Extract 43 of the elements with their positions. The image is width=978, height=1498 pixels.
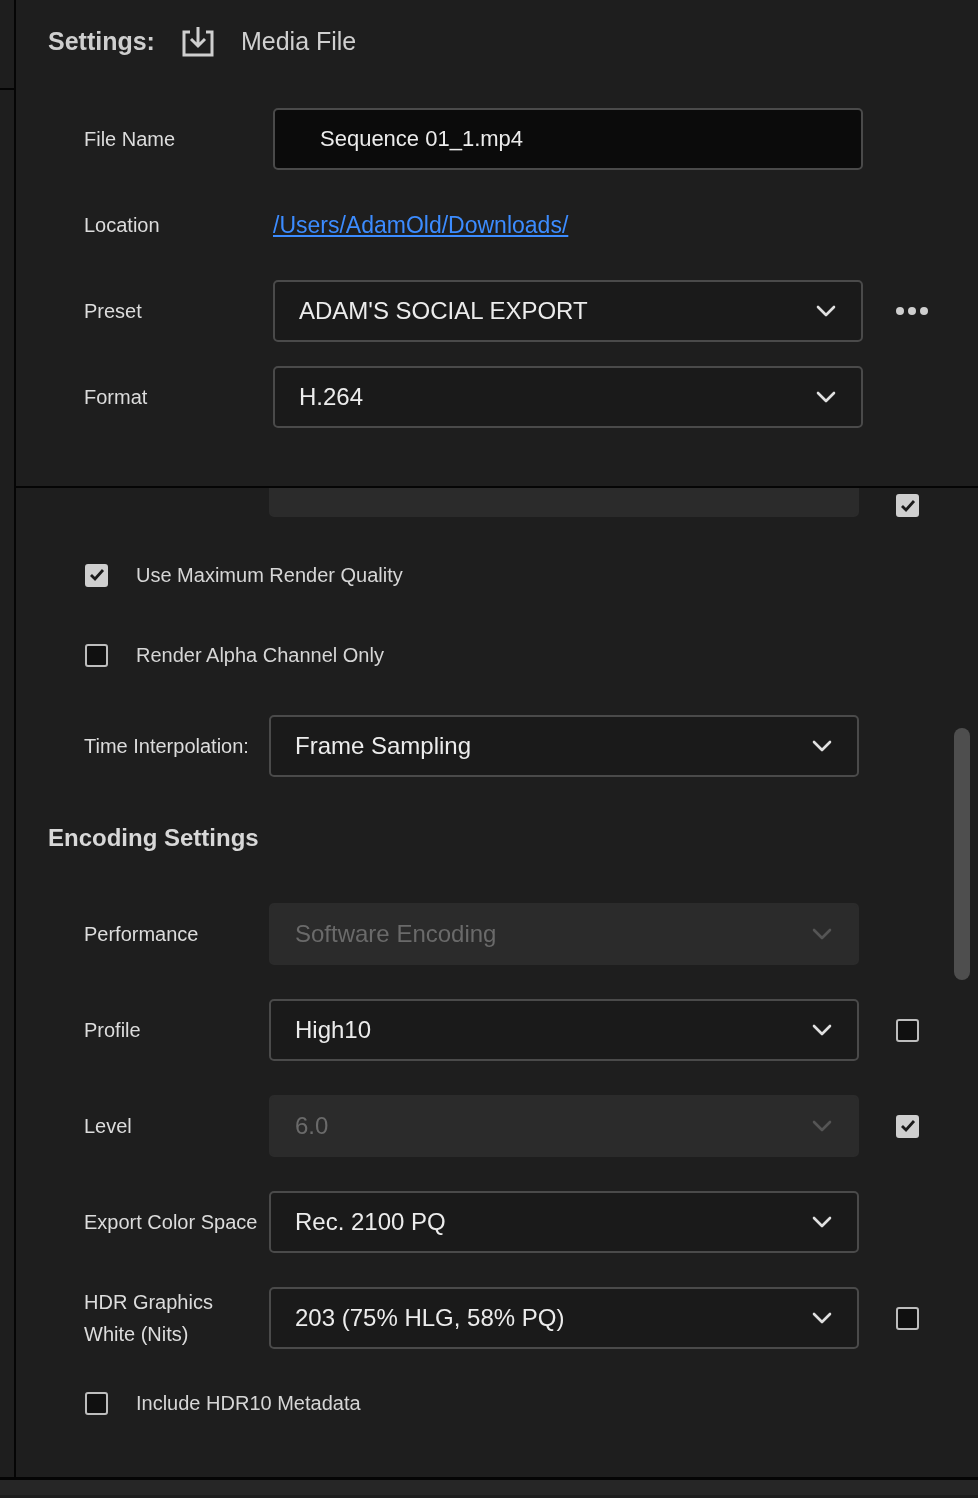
chevron-icon xyxy=(811,1119,833,1133)
checkbox[interactable] xyxy=(896,1306,919,1330)
chevron-icon xyxy=(815,304,837,318)
dropdown[interactable]: High10 xyxy=(269,999,859,1061)
field-label: Performance xyxy=(84,922,200,947)
checkbox[interactable] xyxy=(85,563,108,587)
checkbox-label: Use Maximum Render Quality xyxy=(136,563,403,588)
destination-label: Media File xyxy=(240,26,357,58)
field-label: HDR Graphics White (Nits) xyxy=(84,1290,214,1347)
dropdown[interactable]: ADAM'S SOCIAL EXPORT xyxy=(273,280,863,342)
field-label: Level xyxy=(84,1114,133,1139)
dropdown[interactable]: Rec. 2100 PQ xyxy=(269,1191,859,1253)
file-name-field[interactable]: Sequence 01_1.mp4 xyxy=(273,108,863,170)
location-link[interactable]: /Users/AdamOld/Downloads/ xyxy=(273,207,569,243)
field-label: Preset xyxy=(84,299,143,324)
chevron-icon xyxy=(811,1215,833,1229)
chevron-icon xyxy=(811,927,833,941)
chevron-icon xyxy=(811,739,833,753)
checkbox-label: Include HDR10 Metadata xyxy=(136,1391,361,1416)
field-label: Time Interpolation: xyxy=(84,734,250,759)
dropdown[interactable]: H.264 xyxy=(273,366,863,428)
download-icon xyxy=(180,26,215,58)
checkbox[interactable] xyxy=(85,1391,108,1415)
field-label: Format xyxy=(84,385,149,410)
field-label: Profile xyxy=(84,1018,142,1043)
checkbox-label: Render Alpha Channel Only xyxy=(136,643,384,668)
field-label: Location xyxy=(84,213,161,238)
check-icon xyxy=(88,568,105,582)
checkbox[interactable] xyxy=(85,643,108,667)
more-options-button[interactable] xyxy=(895,306,929,316)
check-icon xyxy=(899,498,916,513)
chevron-icon xyxy=(815,390,837,404)
panel-title: Settings: xyxy=(48,26,155,58)
checkbox[interactable] xyxy=(896,1018,919,1042)
scrollbar-thumb[interactable] xyxy=(954,728,970,980)
check-icon xyxy=(899,1119,916,1133)
dropdown[interactable]: 203 (75% HLG, 58% PQ) xyxy=(269,1287,859,1349)
field-label: Export Color Space xyxy=(84,1210,259,1235)
chevron-icon xyxy=(811,1023,833,1037)
section-heading: Encoding Settings xyxy=(48,823,259,853)
chevron-icon xyxy=(811,1311,833,1325)
dropdown[interactable]: Frame Sampling xyxy=(269,715,859,777)
field-label: File Name xyxy=(84,127,177,152)
